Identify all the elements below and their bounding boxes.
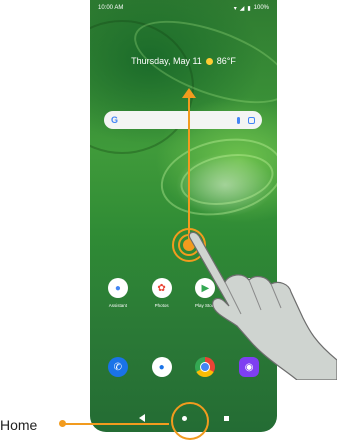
phone-icon: ✆: [107, 357, 128, 377]
battery-level: 100%: [253, 5, 269, 11]
app-label: Photos: [154, 303, 169, 308]
google-logo-icon: G: [111, 115, 119, 125]
mic-icon[interactable]: [237, 116, 240, 124]
search-bar-actions: [237, 116, 255, 124]
status-bar: 10:00 AM ▾ ◢ ▮ 100%: [90, 0, 277, 16]
wifi-icon: ▾: [233, 5, 237, 12]
date-text: Thursday, May 11: [131, 56, 202, 66]
callout-leader-line: [62, 423, 169, 425]
at-a-glance-widget[interactable]: Thursday, May 11 86°F: [90, 56, 277, 66]
callout-dot: [59, 420, 66, 427]
back-icon[interactable]: [138, 414, 145, 422]
app-phone[interactable]: ✆: [98, 357, 138, 377]
messages-icon: ●: [151, 357, 172, 377]
app-label: Assistant: [108, 303, 127, 308]
temperature-text: 86°F: [216, 56, 236, 66]
recents-icon[interactable]: [223, 415, 229, 421]
google-search-bar[interactable]: G: [104, 111, 262, 129]
home-callout-label: Home: [0, 417, 38, 433]
status-time: 10:00 AM: [98, 5, 124, 11]
battery-icon: ▮: [247, 5, 251, 12]
app-messages[interactable]: ●: [142, 357, 182, 377]
lens-icon[interactable]: [248, 116, 255, 124]
hand-gesture-icon: [188, 231, 337, 380]
signal-icon: ◢: [239, 5, 245, 12]
swipe-up-arrow-line: [188, 96, 190, 242]
assistant-icon: ●: [107, 278, 128, 298]
app-photos[interactable]: ✿ Photos: [142, 278, 182, 308]
status-icons: ▾ ◢ ▮ 100%: [234, 5, 269, 12]
home-highlight-ring: [171, 402, 209, 440]
sun-icon: [205, 57, 213, 65]
app-assistant[interactable]: ● Assistant: [98, 278, 138, 308]
photos-icon: ✿: [151, 278, 172, 298]
